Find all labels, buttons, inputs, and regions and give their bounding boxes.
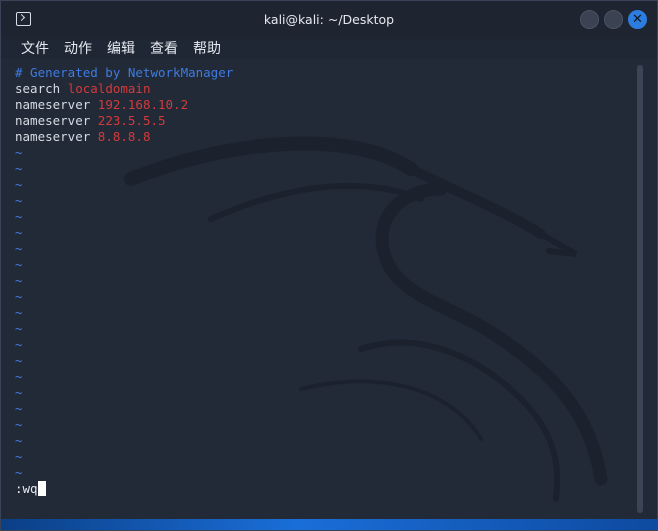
menu-actions[interactable]: 动作 [64,38,92,58]
editor-line: nameserver 8.8.8.8 [15,129,233,145]
editor-token: nameserver [15,129,98,144]
menu-file[interactable]: 文件 [21,38,49,58]
empty-line-marker: ~ [15,433,23,448]
text-cursor [37,481,46,496]
terminal-window: kali@kali: ~/Desktop ✕ 文件 动作 编辑 查看 帮助 # … [0,0,658,531]
editor-token: nameserver [15,97,98,112]
editor-line: search localdomain [15,81,233,97]
editor-token: 192.168.10.2 [97,97,189,112]
close-button[interactable]: ✕ [628,10,647,29]
empty-line-marker: ~ [15,417,23,432]
empty-line-marker: ~ [15,161,23,176]
editor-token: # Generated by NetworkManager [15,65,234,80]
empty-line-marker: ~ [15,337,23,352]
editor-token: 8.8.8.8 [97,129,151,144]
empty-line-marker: ~ [15,225,23,240]
menu-bar: 文件 动作 编辑 查看 帮助 [1,37,657,59]
menu-edit[interactable]: 编辑 [107,38,135,58]
editor-token: search [15,81,68,96]
terminal-icon[interactable] [16,12,31,26]
terminal-area[interactable]: # Generated by NetworkManager search loca… [1,59,657,519]
window-controls: ✕ [580,10,647,29]
empty-line-marker: ~ [15,145,23,160]
menu-help[interactable]: 帮助 [193,38,221,58]
command-line[interactable]: :wq [15,481,46,497]
window-title: kali@kali: ~/Desktop [263,11,395,27]
maximize-button[interactable] [604,10,623,29]
empty-line-marker: ~ [15,209,23,224]
empty-line-marker: ~ [15,193,23,208]
editor-token: nameserver [15,113,98,128]
close-icon: ✕ [632,12,643,27]
empty-line-marker: ~ [15,289,23,304]
editor-line: nameserver 192.168.10.2 [15,97,233,113]
empty-line-marker: ~ [15,353,23,368]
editor-buffer[interactable]: # Generated by NetworkManager search loca… [15,65,233,481]
desktop-strip [1,519,657,530]
empty-line-marker: ~ [15,369,23,384]
empty-line-marker: ~ [15,465,23,480]
title-bar[interactable]: kali@kali: ~/Desktop ✕ [1,1,657,37]
empty-line-marker: ~ [15,321,23,336]
empty-line-marker: ~ [15,241,23,256]
empty-line-marker: ~ [15,257,23,272]
command-text: :wq [15,481,38,496]
empty-line-marker: ~ [15,385,23,400]
editor-line: # Generated by NetworkManager [15,65,233,81]
empty-line-marker: ~ [15,305,23,320]
empty-line-marker: ~ [15,177,23,192]
vertical-scrollbar[interactable] [637,65,643,513]
editor-token: 223.5.5.5 [97,113,166,128]
minimize-button[interactable] [580,10,599,29]
empty-line-marker: ~ [15,273,23,288]
editor-line: nameserver 223.5.5.5 [15,113,233,129]
editor-token: localdomain [67,81,151,96]
menu-view[interactable]: 查看 [150,38,178,58]
empty-line-marker: ~ [15,449,23,464]
empty-line-marker: ~ [15,401,23,416]
